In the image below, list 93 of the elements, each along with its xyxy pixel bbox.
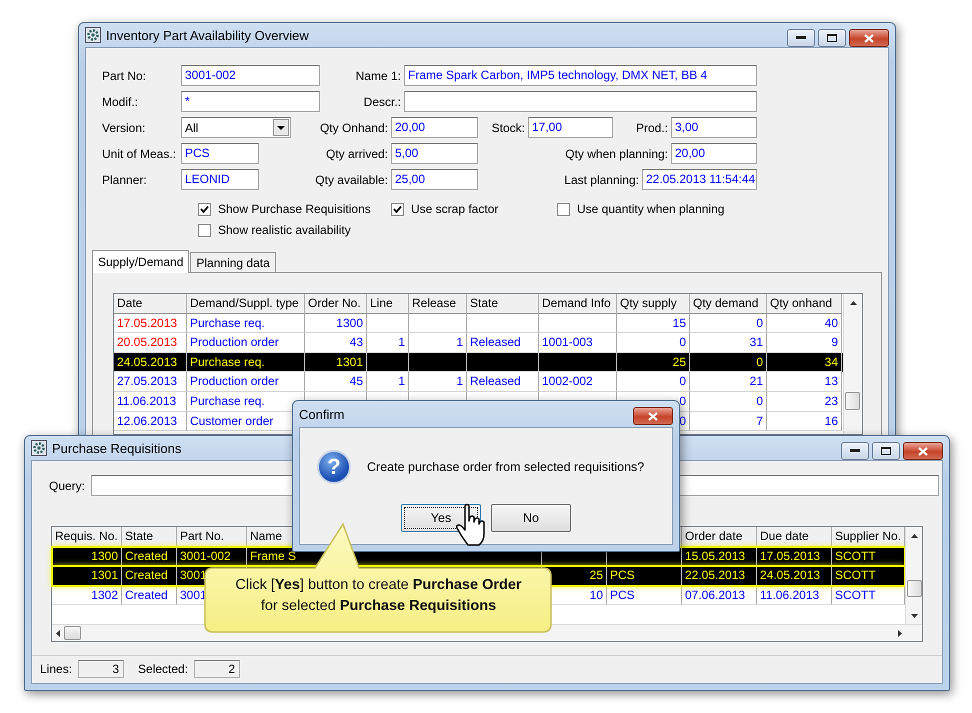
table-cell: 3001 bbox=[180, 568, 207, 582]
table-cell: 15 bbox=[672, 316, 686, 330]
table-cell: Purchase req. bbox=[190, 354, 265, 369]
table-cell: 0 bbox=[756, 316, 763, 330]
field-label: Descr.: bbox=[362, 94, 402, 108]
table-cell: SCOTT bbox=[835, 588, 876, 602]
table-cell: 11.06.2013 bbox=[760, 588, 820, 602]
table-cell: 0 bbox=[679, 394, 686, 408]
table-cell: 9 bbox=[831, 335, 838, 350]
field-label: Version: bbox=[102, 120, 146, 134]
window-title: Inventory Part Availability Overview bbox=[106, 28, 309, 42]
table-cell: 27.05.2013 bbox=[117, 374, 178, 388]
table-cell: 24.05.2013 bbox=[117, 354, 178, 369]
table-cell: 0 bbox=[679, 414, 686, 428]
table-cell: Production order bbox=[190, 335, 279, 350]
table-cell: 0 bbox=[756, 354, 763, 369]
field-label: Name 1: bbox=[354, 68, 402, 82]
field-label: Last planning: bbox=[563, 172, 640, 186]
table-cell: 40 bbox=[824, 316, 838, 330]
table-cell: 45 bbox=[350, 374, 363, 388]
table-cell: 25 bbox=[590, 568, 603, 582]
table-cell: 7 bbox=[756, 414, 763, 428]
table-cell: Customer order bbox=[190, 414, 274, 428]
table-cell: 1 bbox=[456, 335, 463, 350]
table-cell: 24.05.2013 bbox=[760, 568, 820, 582]
table-cell: Released bbox=[470, 335, 521, 350]
checkbox-label: Use quantity when planning bbox=[577, 202, 724, 216]
table-cell: 16 bbox=[824, 414, 838, 428]
table-cell: 1301 bbox=[336, 354, 363, 369]
table-cell: 10 bbox=[590, 588, 603, 602]
field-label: Modif.: bbox=[102, 94, 140, 108]
table-cell: 22.05.2013 bbox=[685, 568, 746, 582]
field-label: Prod.: bbox=[634, 120, 669, 134]
status-field: 2 bbox=[194, 660, 240, 678]
table-cell: Production order bbox=[190, 374, 279, 388]
table-cell: Purchase req. bbox=[190, 316, 265, 330]
table-cell: 3001 bbox=[180, 588, 207, 602]
table-cell: 43 bbox=[350, 335, 363, 350]
table-cell: 25 bbox=[672, 354, 686, 369]
checkbox-label: Show Purchase Requisitions bbox=[218, 202, 371, 216]
table-cell: 1301 bbox=[91, 568, 118, 582]
table-cell: Frame S bbox=[250, 548, 296, 563]
table-cell: 20.05.2013 bbox=[117, 335, 178, 350]
table-cell: 15.05.2013 bbox=[685, 548, 746, 563]
table-cell: 1300 bbox=[91, 548, 118, 563]
status-label: Lines: bbox=[40, 662, 72, 676]
table-cell: 1002-002 bbox=[542, 374, 593, 388]
field-label: Qty available: bbox=[314, 172, 389, 186]
table-cell: 23 bbox=[824, 394, 838, 408]
table-cell: PCS bbox=[610, 588, 635, 602]
table-cell: 1001-003 bbox=[542, 335, 593, 350]
window-title: Purchase Requisitions bbox=[52, 440, 182, 456]
table-cell: 0 bbox=[679, 374, 686, 388]
table-cell: 3001-002 bbox=[180, 548, 231, 563]
field-label: Qty when planning: bbox=[564, 146, 669, 160]
field-label: Stock: bbox=[490, 120, 526, 134]
table-cell: 1300 bbox=[336, 316, 363, 330]
table-cell: Created bbox=[125, 548, 168, 563]
table-cell: 0 bbox=[756, 394, 763, 408]
status-field: 3 bbox=[78, 660, 124, 678]
table-cell: Created bbox=[125, 568, 168, 582]
status-label: Selected: bbox=[138, 662, 188, 676]
table-cell: Created bbox=[125, 588, 168, 602]
table-cell: 13 bbox=[824, 374, 838, 388]
table-cell: 21 bbox=[750, 374, 763, 388]
table-cell: 1 bbox=[398, 374, 405, 388]
field-label: Unit of Meas.: bbox=[102, 146, 178, 160]
table-cell: SCOTT bbox=[835, 548, 876, 563]
table-cell: 31 bbox=[750, 335, 763, 350]
table-cell: 17.05.2013 bbox=[760, 548, 820, 563]
table-cell: 0 bbox=[679, 335, 686, 350]
field-label: Qty arrived: bbox=[324, 146, 389, 160]
tooltip-text: Click [Yes] button to create Purchase Order for selected Purchase Requisitions bbox=[234, 576, 523, 616]
table-cell: 1 bbox=[398, 335, 405, 350]
checkbox-label: Use scrap factor bbox=[411, 202, 498, 216]
table-cell: 12.06.2013 bbox=[117, 414, 178, 428]
checkbox-label: Show realistic availability bbox=[218, 223, 351, 237]
table-cell: 34 bbox=[824, 354, 838, 369]
table-cell: 1302 bbox=[91, 588, 118, 602]
field-label: Planner: bbox=[102, 172, 148, 186]
table-cell: 1 bbox=[456, 374, 463, 388]
table-cell: 11.06.2013 bbox=[117, 394, 176, 408]
table-cell: 17.05.2013 bbox=[117, 316, 178, 330]
field-label: Part No: bbox=[102, 68, 148, 82]
table-cell: Purchase req. bbox=[190, 394, 265, 408]
table-cell: Released bbox=[470, 374, 521, 388]
field-label: Query: bbox=[49, 478, 86, 492]
table-cell: SCOTT bbox=[835, 568, 876, 582]
question-icon: ? bbox=[317, 450, 351, 484]
field-label: Qty Onhand: bbox=[318, 120, 389, 134]
table-cell: PCS bbox=[610, 568, 635, 582]
dialog-message: Create purchase order from selected requisitions? bbox=[367, 460, 644, 474]
table-cell: 07.06.2013 bbox=[685, 588, 746, 602]
